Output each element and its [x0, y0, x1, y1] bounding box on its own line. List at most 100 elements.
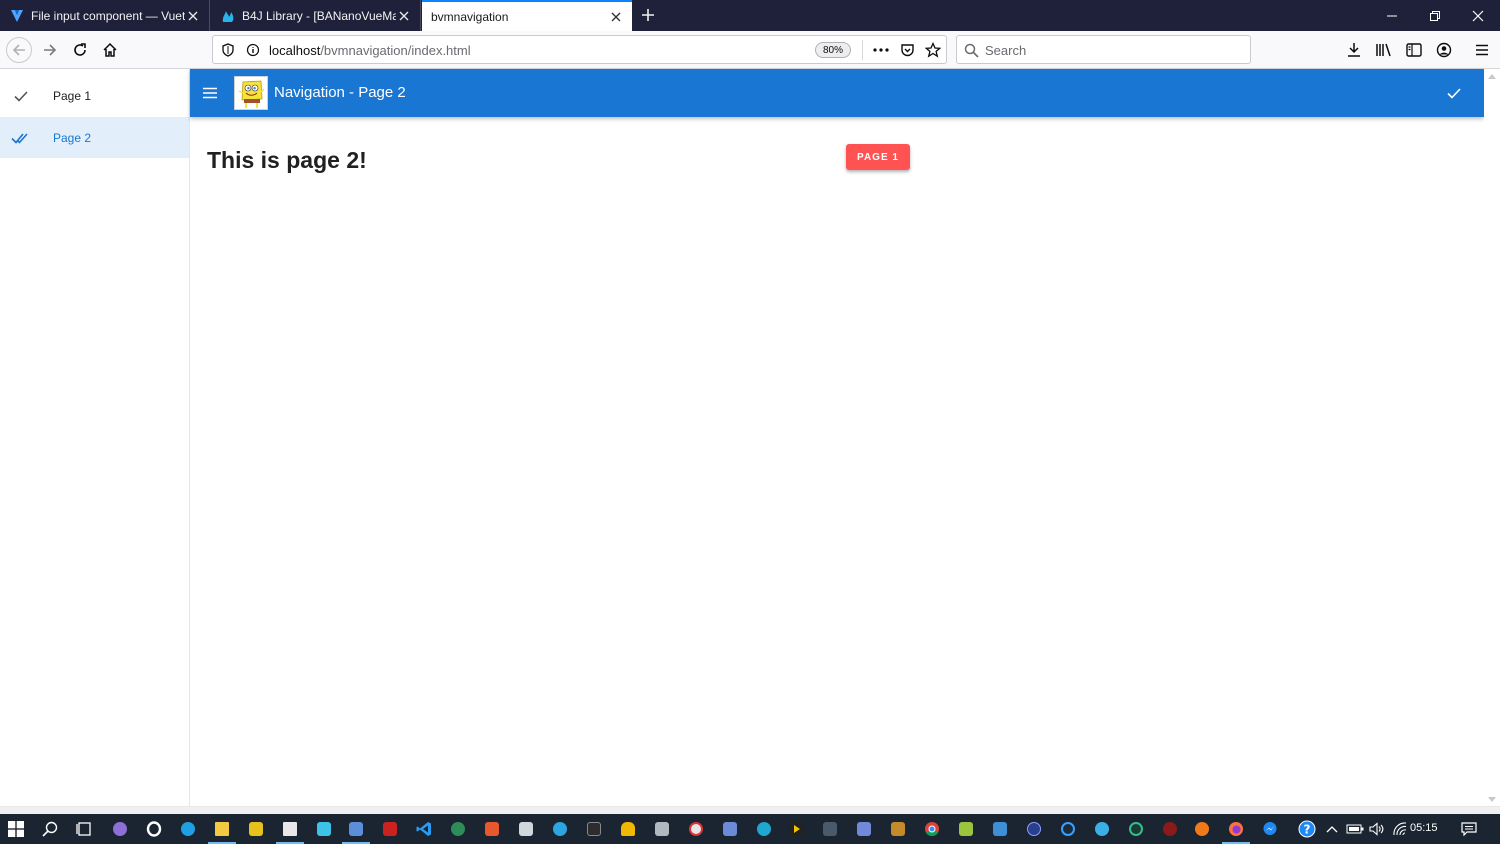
double-check-icon	[11, 128, 31, 148]
close-tab-icon[interactable]	[608, 9, 624, 25]
app-icon-bars[interactable]	[888, 819, 908, 839]
app-icon-people[interactable]	[720, 819, 740, 839]
zoom-badge[interactable]: 80%	[815, 42, 851, 58]
app-icon-green-p[interactable]	[1126, 819, 1146, 839]
task-view-icon[interactable]	[74, 819, 94, 839]
taskbar-clock[interactable]: 05:15	[1410, 822, 1438, 834]
app-icon-laptop[interactable]	[820, 819, 840, 839]
app-icon-purple[interactable]	[110, 819, 130, 839]
app-icon-yellow[interactable]	[246, 819, 266, 839]
app-icon-red-circle[interactable]	[686, 819, 706, 839]
library-icon[interactable]	[1371, 37, 1397, 63]
tab-label: bvmnavigation	[431, 9, 509, 24]
drawer-item-page-1[interactable]: Page 1	[0, 75, 189, 116]
tab-label: B4J Library - [BANanoVueMaterial]	[242, 8, 396, 23]
reload-button[interactable]	[67, 37, 93, 63]
url-divider	[862, 40, 863, 60]
info-icon[interactable]	[244, 41, 262, 59]
wifi-icon[interactable]	[1390, 819, 1410, 839]
file-explorer-icon[interactable]	[208, 819, 236, 844]
tab-vuetify[interactable]: File input component — Vuetify	[0, 0, 210, 31]
app-icon-hat[interactable]	[618, 819, 638, 839]
notifications-icon[interactable]	[1459, 819, 1479, 839]
horizontal-scrollbar[interactable]	[0, 806, 1500, 814]
navigation-drawer: Page 1 Page 2	[0, 69, 190, 814]
app-icon-c[interactable]	[1058, 819, 1078, 839]
menu-icon[interactable]	[200, 83, 220, 103]
home-button[interactable]	[97, 37, 123, 63]
app-icon-play[interactable]	[786, 819, 806, 839]
app-icon-layers[interactable]	[956, 819, 976, 839]
windows-start-icon[interactable]	[6, 819, 26, 839]
drawer-item-page-2[interactable]: Page 2	[0, 117, 189, 158]
browser-navbar: localhost/bvmnavigation/index.html 80%	[0, 31, 1500, 69]
url-host: localhost	[269, 43, 321, 58]
app-icon-cyan-drop[interactable]	[754, 819, 774, 839]
back-button[interactable]	[6, 37, 32, 63]
edge-icon[interactable]	[178, 819, 198, 839]
hamburger-menu-icon[interactable]	[1469, 37, 1495, 63]
bookmark-star-icon[interactable]	[924, 41, 942, 59]
messenger-icon[interactable]	[1260, 819, 1280, 839]
vscode-icon[interactable]	[414, 819, 434, 839]
app-icon-magnifier[interactable]	[1092, 819, 1112, 839]
page-heading: This is page 2!	[207, 147, 367, 173]
more-actions-icon[interactable]	[872, 41, 890, 59]
help-icon[interactable]: ?	[1297, 819, 1317, 839]
opera-icon[interactable]	[144, 819, 164, 839]
terminal-icon[interactable]	[584, 819, 604, 839]
telegram-icon[interactable]	[550, 819, 570, 839]
page-1-button[interactable]: PAGE 1	[846, 144, 910, 170]
b4j-icon[interactable]	[276, 819, 304, 844]
close-tab-icon[interactable]	[185, 8, 201, 24]
tray-chevron-up-icon[interactable]	[1322, 819, 1342, 839]
minimize-button[interactable]	[1370, 0, 1414, 31]
search-input[interactable]	[985, 41, 1235, 59]
app-icon-monitor[interactable]	[516, 819, 536, 839]
discord-icon[interactable]	[854, 819, 874, 839]
app-icon-tools[interactable]	[652, 819, 672, 839]
new-tab-button[interactable]	[638, 5, 658, 25]
windows-taskbar: ? 05:15	[0, 814, 1500, 844]
app-icon-teal[interactable]	[314, 819, 334, 839]
vuetify-v-icon	[9, 8, 25, 24]
forward-button[interactable]	[37, 37, 63, 63]
app-icon-orange-circle[interactable]	[1192, 819, 1212, 839]
shield-icon[interactable]	[219, 41, 237, 59]
drawer-item-label: Page 2	[53, 130, 92, 145]
svg-text:?: ?	[1304, 823, 1311, 837]
app-icon-red-gear[interactable]	[1160, 819, 1180, 839]
close-tab-icon[interactable]	[396, 8, 412, 24]
chrome-icon[interactable]	[922, 819, 942, 839]
filezilla-icon[interactable]	[380, 819, 400, 839]
app-icon-orange[interactable]	[482, 819, 502, 839]
account-icon[interactable]	[1431, 37, 1457, 63]
vertical-scrollbar[interactable]	[1484, 69, 1500, 806]
spongebob-avatar	[234, 76, 268, 110]
app-toolbar: Navigation - Page 2	[190, 69, 1484, 117]
app-icon-blue-doc[interactable]	[342, 819, 370, 844]
tab-bvmnavigation[interactable]: bvmnavigation	[422, 0, 632, 31]
app-icon-blue-square[interactable]	[990, 819, 1010, 839]
firefox-icon[interactable]	[1222, 819, 1250, 844]
pocket-icon[interactable]	[898, 41, 916, 59]
tab-label: File input component — Vuetify	[31, 8, 185, 23]
restore-button[interactable]	[1413, 0, 1457, 31]
sidebar-toggle-icon[interactable]	[1401, 37, 1427, 63]
volume-icon[interactable]	[1367, 819, 1387, 839]
check-icon[interactable]	[1444, 83, 1464, 103]
app-icon-link[interactable]	[1024, 819, 1044, 839]
search-icon[interactable]	[40, 819, 60, 839]
tab-b4j-library[interactable]: B4J Library - [BANanoVueMaterial]	[211, 0, 421, 31]
battery-icon[interactable]	[1345, 819, 1365, 839]
downloads-icon[interactable]	[1341, 37, 1367, 63]
url-path: /bvmnavigation/index.html	[320, 43, 471, 58]
close-window-button[interactable]	[1456, 0, 1500, 31]
url-text: localhost/bvmnavigation/index.html	[269, 43, 471, 58]
b4x-flame-icon	[220, 8, 236, 24]
check-icon	[11, 86, 31, 106]
search-bar[interactable]	[956, 35, 1251, 64]
app-icon-green-u[interactable]	[448, 819, 468, 839]
toolbar-title: Navigation - Page 2	[274, 84, 406, 101]
url-bar[interactable]: localhost/bvmnavigation/index.html 80%	[212, 35, 947, 64]
